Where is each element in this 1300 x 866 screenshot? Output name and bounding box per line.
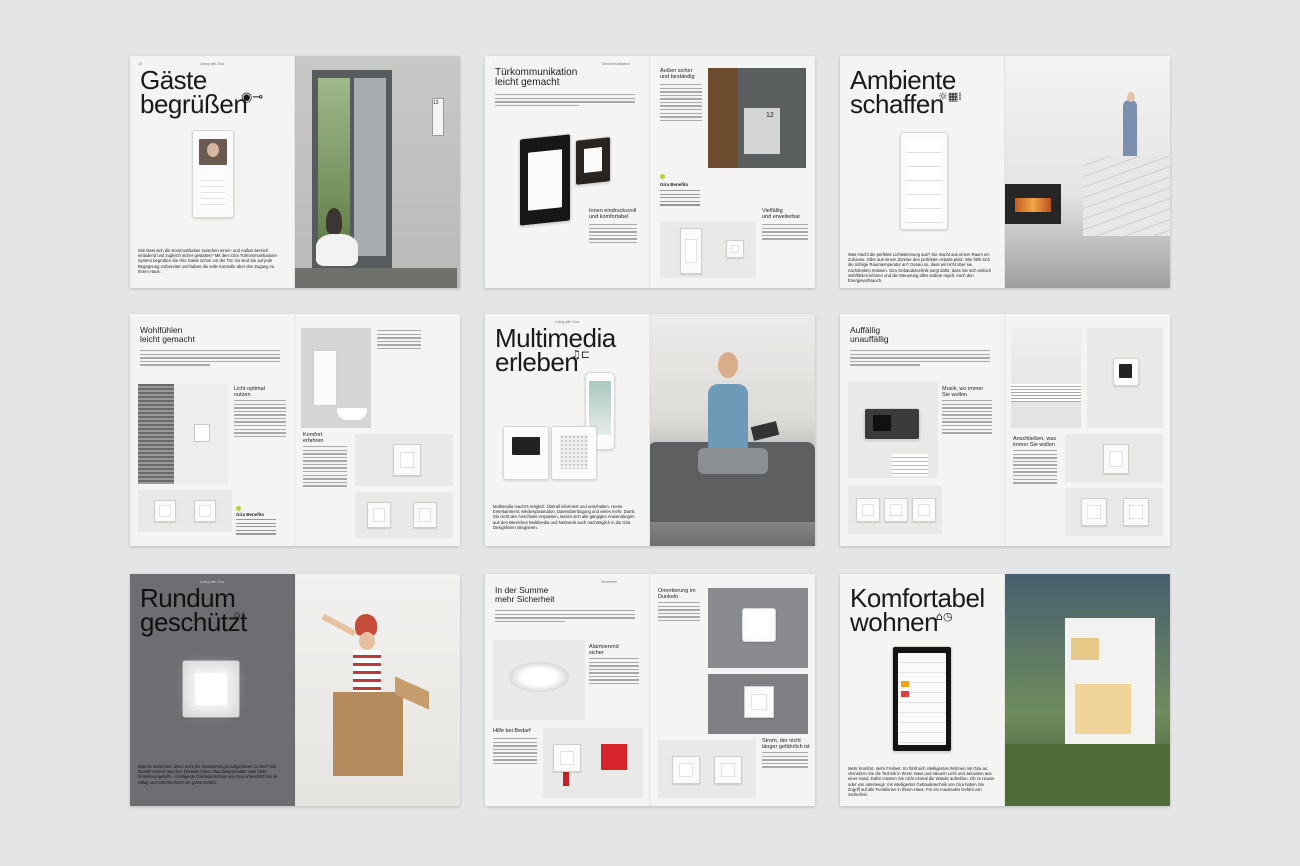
headline: In der Summe mehr Sicherheit: [495, 585, 555, 604]
right-page: Anschließen, was immer Sie wollen: [1005, 314, 1170, 546]
right-page-photo: [295, 574, 460, 806]
fold: [294, 56, 296, 288]
right-page-photo: [650, 314, 815, 546]
spread-wohlfuehlen: Wohlfühlen leicht gemacht Licht optimal …: [130, 314, 460, 546]
alarm-icon: ⍝⍙: [234, 610, 246, 621]
light-thermostat-icon: ☼▦⁞: [938, 90, 962, 103]
spread-gaeste-begruessen: 10 Living with Gira Gäste begrüßen ◉⊸ Wi…: [130, 56, 460, 288]
headline: Rundum geschützt: [140, 583, 247, 637]
headline: Gäste begrüßen: [140, 65, 248, 119]
left-page: Komfortabel wohnen ⌂◷ Mehr Komfort, mehr…: [840, 574, 1005, 806]
home-clock-icon: ⌂◷: [936, 610, 953, 623]
intro-text: Multimedia macht's möglich: Überall info…: [493, 504, 635, 530]
label-licht: Licht optimal nutzen: [234, 386, 265, 398]
spread-komfortabel-wohnen: Komfortabel wohnen ⌂◷ Mehr Komfort, mehr…: [840, 574, 1170, 806]
label-anschliessen: Anschließen, was immer Sie wollen: [1013, 436, 1057, 448]
product-panel: [660, 222, 756, 278]
house-entrance-photo: 13: [295, 56, 460, 288]
section-label: Türkommunikation: [601, 62, 630, 66]
door-station-device: [192, 130, 234, 218]
body-text-block: [495, 94, 635, 108]
door-number: 13: [433, 100, 439, 106]
spread-ambiente-schaffen: Ambiente schaffen ☼▦⁞ Was macht die perf…: [840, 56, 1170, 288]
entrance-photo: 12: [708, 68, 806, 168]
modern-house-photo: [1005, 574, 1170, 806]
right-page-photo: [1005, 56, 1170, 288]
headline: Wohlfühlen leicht gemacht: [140, 325, 195, 344]
label-musik: Musik, wo immer Sie wollen: [942, 386, 984, 398]
label-komfort: Komfort erfahren: [303, 432, 324, 444]
label-strom: Strom, der nicht länger gefährlich ist: [762, 738, 810, 750]
living-room-photo: [1005, 56, 1170, 288]
spread-summe-sicherheit: Sicherheit In der Summe mehr Sicherheit …: [485, 574, 815, 806]
door-number: 12: [766, 112, 774, 119]
label-hilfe: Hilfe bei Bedarf: [493, 728, 531, 734]
label-vielfaeltig: Vielfältig und erweiterbar: [762, 208, 801, 220]
speaker-unit: [551, 426, 597, 480]
benefit-dot: [660, 174, 665, 179]
right-heading: Außen sicher und beständig: [660, 68, 695, 80]
left-page: Wohlfühlen leicht gemacht Licht optimal …: [130, 314, 295, 546]
spread-multimedia-erleben: Living with Gira Multimedia erleben ♫⊏ M…: [485, 314, 815, 546]
radio-photo: [848, 382, 938, 478]
child-in-box-photo: [295, 574, 460, 806]
headline: Komfortabel wohnen: [850, 583, 985, 637]
socket-photo: [708, 674, 808, 734]
left-page: Sicherheit In der Summe mehr Sicherheit …: [485, 574, 650, 806]
right-page: Orientierung im Dunkeln Strom, der nicht…: [650, 574, 815, 806]
interior-photo: [1011, 328, 1081, 428]
label-orientierung: Orientierung im Dunkeln: [658, 588, 696, 600]
switch-frame: [575, 136, 611, 186]
headline: Türkommunikation leicht gemacht: [495, 67, 578, 88]
indoor-station-black: [519, 133, 571, 227]
left-page: Living with Gira Multimedia erleben ♫⊏ M…: [485, 314, 650, 546]
left-page: · Türkommunikation Türkommunikation leic…: [485, 56, 650, 288]
intro-text: Mehr Komfort, mehr Freiheit. So fühlt si…: [848, 766, 995, 798]
right-page-photo: [1005, 574, 1170, 806]
left-page: 10 Living with Gira Gäste begrüßen ◉⊸ Wi…: [130, 56, 295, 288]
spread-auffaellig-unauffaellig: Auffällig unauffällig Musik, wo immer Si…: [840, 314, 1170, 546]
left-page: Auffällig unauffällig Musik, wo immer Si…: [840, 314, 1005, 546]
spread-tuerkommunikation: · Türkommunikation Türkommunikation leic…: [485, 56, 815, 288]
smoke-detector-photo: [493, 640, 585, 720]
radio-unit: [503, 426, 549, 480]
switch-panel: [138, 490, 232, 532]
intro-text: Was macht die perfekte Lichtstimmung aus…: [848, 252, 992, 284]
music-note-icon: ♫⊏: [571, 348, 591, 361]
benefits-title: Gira Benefits: [236, 512, 265, 517]
orientation-light-photo: [708, 588, 808, 668]
right-page-photo: 13: [295, 56, 460, 288]
benefits-title: Gira Benefits: [660, 182, 689, 187]
left-page: Ambiente schaffen ☼▦⁞ Was macht die perf…: [840, 56, 1005, 288]
label-alarmierend: Alarmierend sicher: [589, 644, 619, 656]
label-innen: Innen eindrucksvoll und komfortabel: [589, 208, 637, 220]
window-blinds-photo: [138, 384, 228, 484]
headline: Auffällig unauffällig: [850, 325, 889, 344]
intro-text: Wie lässt sich die Kommunikation zwische…: [138, 248, 278, 274]
intro-text: Was ist Sicherheit, wenn nicht die Gewis…: [138, 764, 278, 785]
led-orientation-light: [182, 660, 240, 718]
control-panel-device: [900, 132, 948, 230]
right-page: Komfort erfahren: [295, 314, 460, 546]
spread-rundum-geschuetzt: Living with Gira Rundum geschützt ⍝⍙ Was…: [130, 574, 460, 806]
headline: Multimedia erleben: [495, 323, 616, 377]
right-page: Außen sicher und beständig 12 Gira Benef…: [650, 56, 815, 288]
smart-home-panel: [892, 646, 952, 752]
man-on-sofa-photo: [650, 314, 815, 546]
eye-key-icon: ◉⊸: [241, 90, 264, 105]
left-page-grey: Living with Gira Rundum geschützt ⍝⍙ Was…: [130, 574, 295, 806]
bathroom-photo: [301, 328, 371, 428]
section-label: Sicherheit: [601, 580, 617, 584]
